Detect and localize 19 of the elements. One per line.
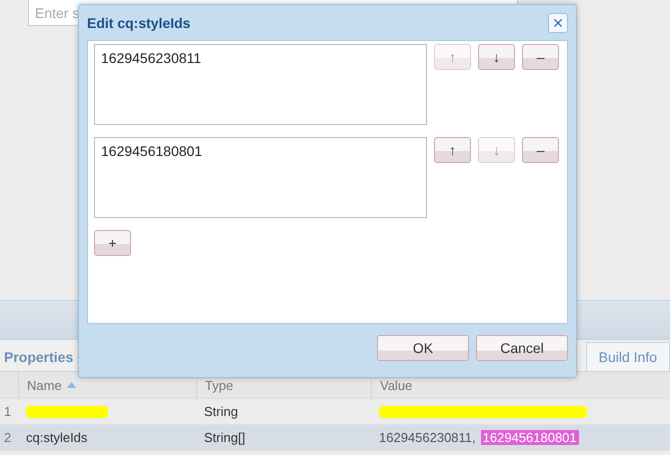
move-button[interactable]: ↑ (434, 137, 471, 163)
row-number: 1 (3, 404, 12, 419)
dialog-button[interactable]: OK (377, 335, 469, 361)
table-cell: cq:styleIds (26, 430, 88, 445)
value-field[interactable]: 1629456230811 (94, 44, 427, 125)
row-number: 2 (3, 430, 12, 445)
move-button[interactable]: ↓ (478, 44, 515, 70)
add-button[interactable]: + (94, 230, 131, 256)
move-button[interactable]: – (522, 137, 559, 163)
value-field[interactable]: 1629456180801 (94, 137, 427, 218)
highlighted-value: 1629456180801 (480, 430, 579, 445)
dialog-button[interactable]: Cancel (476, 335, 568, 361)
table-cell-text: String (203, 403, 239, 421)
table-cell: 1629456230811, (379, 430, 476, 445)
dialog-title: Edit cq:styleIds (87, 14, 190, 30)
close-button[interactable]: × (548, 12, 568, 32)
move-button[interactable]: – (522, 44, 559, 70)
table-cell-text: String[] (203, 429, 246, 447)
table-row[interactable]: 2 cq:styleIds String[] 1629456230811, 1629456180801 (0, 425, 670, 451)
